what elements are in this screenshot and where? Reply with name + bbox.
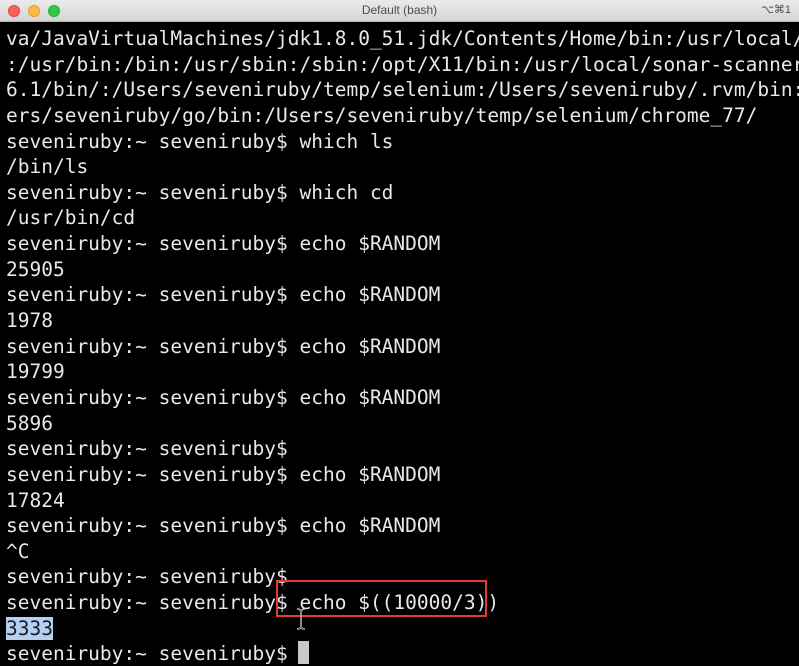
shell-prompt: seveniruby:~ seveniruby$	[6, 232, 288, 256]
terminal-lines: va/JavaVirtualMachines/jdk1.8.0_51.jdk/C…	[6, 26, 799, 666]
annotation-highlight-box	[276, 580, 487, 617]
terminal-content[interactable]: va/JavaVirtualMachines/jdk1.8.0_51.jdk/C…	[0, 22, 799, 666]
output-line: 19799	[6, 360, 65, 384]
output-line: 5896	[6, 411, 53, 435]
output-line: 1978	[6, 309, 53, 333]
current-command-line[interactable]: seveniruby:~ seveniruby$	[6, 641, 799, 666]
output-line: :/usr/bin:/bin:/usr/sbin:/sbin:/opt/X11/…	[6, 52, 799, 76]
command-line: seveniruby:~ seveniruby$ which ls	[6, 129, 799, 155]
output-line: /bin/ls	[6, 155, 89, 179]
command-text: which ls	[287, 129, 394, 153]
window-shortcut: ⌥⌘1	[761, 4, 791, 16]
output-line: 6.1/bin/:/Users/seveniruby/temp/selenium…	[6, 78, 799, 102]
command-text: echo $RANDOM	[287, 462, 441, 486]
shell-prompt: seveniruby:~ seveniruby$	[6, 591, 288, 615]
command-line: seveniruby:~ seveniruby$ echo $RANDOM	[6, 231, 799, 257]
output-line: 3333	[6, 616, 799, 642]
selected-output[interactable]: 3333	[6, 616, 53, 640]
command-text: echo $RANDOM	[287, 385, 441, 409]
shell-prompt: seveniruby:~ seveniruby$	[6, 514, 288, 538]
shell-prompt: seveniruby:~ seveniruby$	[6, 437, 288, 461]
shell-prompt: seveniruby:~ seveniruby$	[6, 642, 288, 666]
text-cursor	[297, 641, 309, 665]
shell-prompt: seveniruby:~ seveniruby$	[6, 565, 288, 589]
command-line: seveniruby:~ seveniruby$ echo $RANDOM	[6, 282, 799, 308]
output-line: 25905	[6, 257, 65, 281]
window-title: Default (bash)	[361, 3, 438, 17]
command-line: seveniruby:~ seveniruby$ echo $RANDOM	[6, 334, 799, 360]
title-bar[interactable]: Default (bash) ⌥⌘1	[0, 0, 799, 22]
shell-prompt: seveniruby:~ seveniruby$	[6, 385, 288, 409]
command-text: echo $RANDOM	[287, 334, 441, 358]
output-line: ^C	[6, 539, 30, 563]
shell-prompt: seveniruby:~ seveniruby$	[6, 334, 288, 358]
output-line: 17824	[6, 488, 65, 512]
command-text: echo $RANDOM	[287, 283, 441, 307]
output-line: /usr/bin/cd	[6, 206, 136, 230]
command-line: seveniruby:~ seveniruby$	[6, 436, 799, 462]
ibeam-cursor-icon	[296, 608, 306, 630]
shell-prompt: seveniruby:~ seveniruby$	[6, 180, 288, 204]
output-line: ers/seveniruby/go/bin:/Users/seveniruby/…	[6, 103, 758, 127]
command-line: seveniruby:~ seveniruby$ which cd	[6, 180, 799, 206]
shell-prompt: seveniruby:~ seveniruby$	[6, 283, 288, 307]
command-line: seveniruby:~ seveniruby$ echo $RANDOM	[6, 462, 799, 488]
command-line: seveniruby:~ seveniruby$ echo $RANDOM	[6, 385, 799, 411]
command-text: which cd	[287, 180, 394, 204]
command-text: echo $RANDOM	[287, 514, 441, 538]
command-line: seveniruby:~ seveniruby$ echo $RANDOM	[6, 513, 799, 539]
shell-prompt: seveniruby:~ seveniruby$	[6, 129, 288, 153]
terminal-window: Default (bash) ⌥⌘1 va/JavaVirtualMachine…	[0, 0, 799, 666]
shell-prompt: seveniruby:~ seveniruby$	[6, 462, 288, 486]
output-line: va/JavaVirtualMachines/jdk1.8.0_51.jdk/C…	[6, 27, 799, 50]
command-text: echo $RANDOM	[287, 232, 441, 256]
